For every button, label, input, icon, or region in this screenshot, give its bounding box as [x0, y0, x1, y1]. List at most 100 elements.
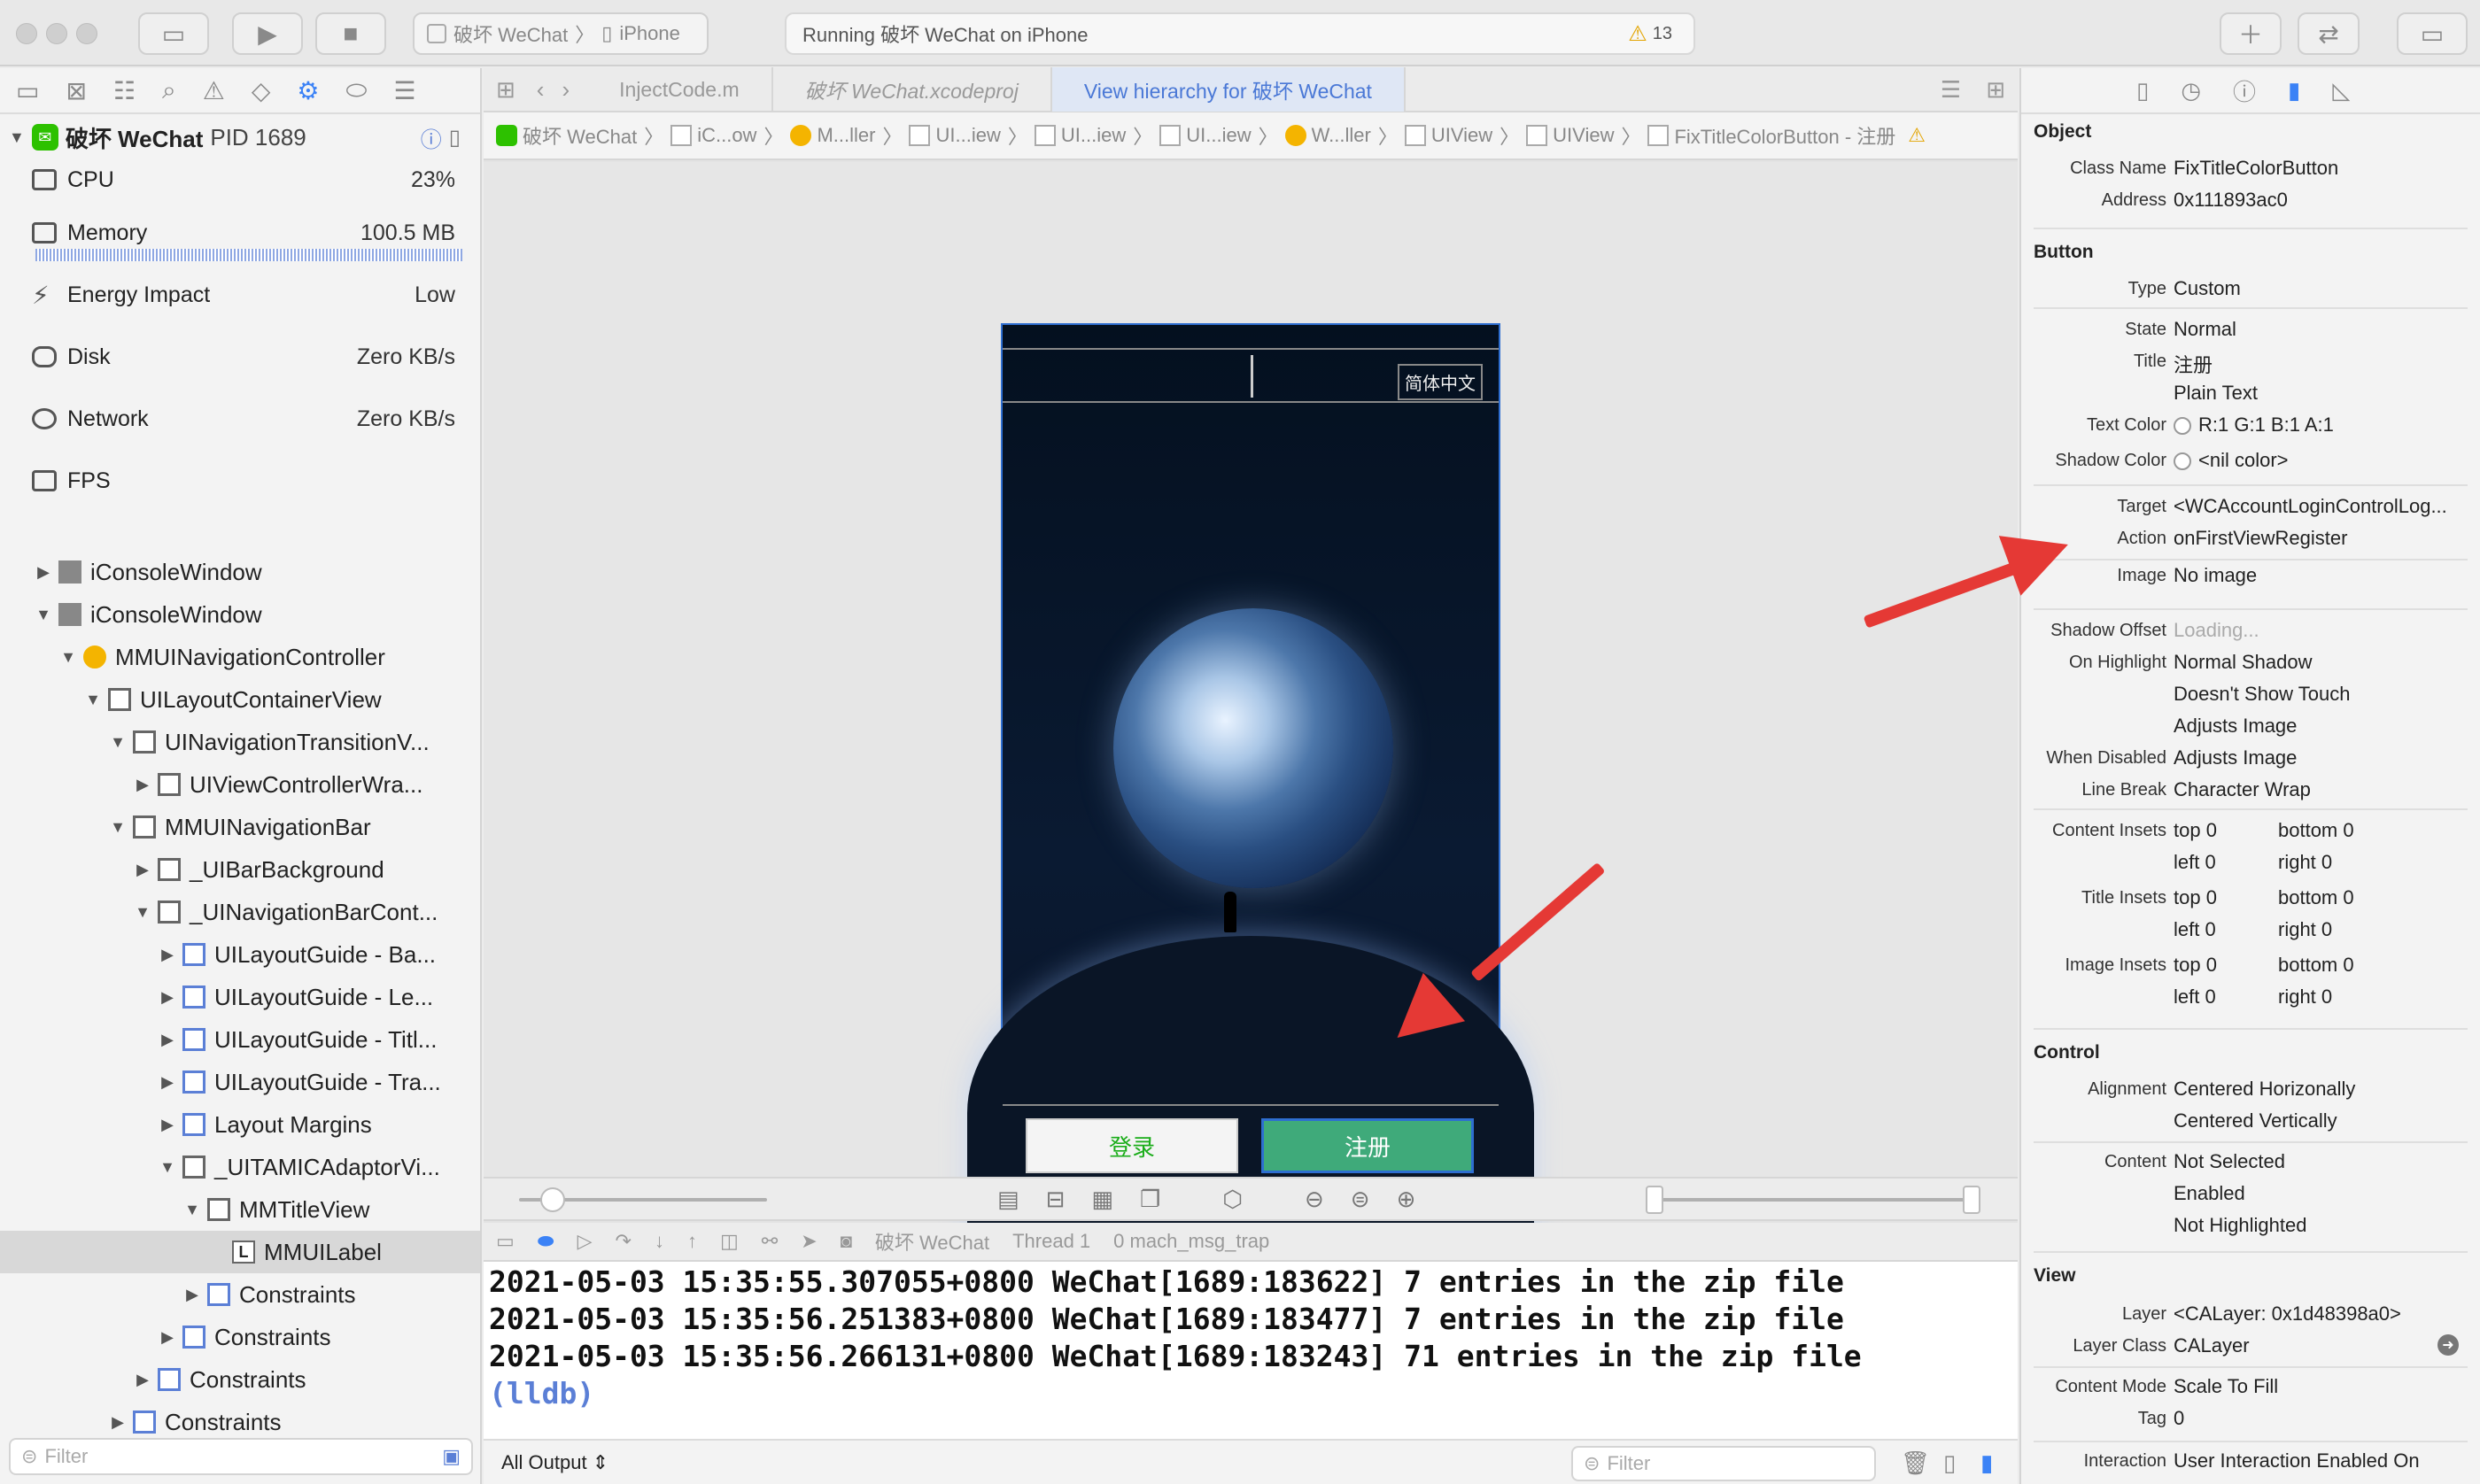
- network-gauge[interactable]: Network Zero KB/s: [0, 399, 480, 461]
- tree-row[interactable]: ▼ UINavigationTransitionV...: [0, 721, 480, 763]
- stop-button[interactable]: ■: [315, 12, 386, 55]
- disclosure-closed-icon[interactable]: ▶: [159, 1116, 175, 1134]
- object-icon[interactable]: ▮: [2288, 77, 2300, 104]
- symbol-icon[interactable]: ☷: [113, 76, 136, 105]
- view-debugger-canvas[interactable]: 简体中文 登录 注册: [484, 162, 2018, 1290]
- disclosure-closed-icon[interactable]: ▶: [159, 988, 175, 1007]
- memory-gauge[interactable]: Memory 100.5 MB: [0, 213, 480, 275]
- size-icon[interactable]: ◺: [2332, 77, 2350, 104]
- code-review-button[interactable]: ⇄: [2298, 12, 2360, 55]
- adjust-view-mode-icon[interactable]: ▦: [1091, 1186, 1113, 1213]
- tree-row[interactable]: ▼ MMTitleView: [0, 1188, 480, 1231]
- show-clipped-icon[interactable]: ▤: [997, 1186, 1019, 1213]
- tree-row[interactable]: ▶ Constraints: [0, 1358, 480, 1401]
- tab-view-hierarchy[interactable]: View hierarchy for 破坏 WeChat: [1051, 67, 1406, 112]
- disclosure-open-icon[interactable]: ▼: [184, 1201, 200, 1219]
- language-button[interactable]: 简体中文: [1398, 364, 1483, 400]
- console-filter-field[interactable]: ⊜ Filter: [1571, 1446, 1876, 1481]
- zoom-window-button[interactable]: [76, 23, 97, 44]
- tree-row[interactable]: ▶ UILayoutGuide - Titl...: [0, 1018, 480, 1061]
- process-row[interactable]: ▼ ✉ 破坏 WeChat PID 1689 ⓘ ▯: [0, 114, 480, 160]
- disclosure-closed-icon[interactable]: ▶: [159, 1031, 175, 1049]
- breadcrumb-item[interactable]: UI...iew: [1159, 124, 1252, 147]
- tree-row[interactable]: ▶ Constraints: [0, 1401, 480, 1443]
- range-slider-left-handle[interactable]: [1646, 1186, 1663, 1214]
- tree-row[interactable]: ▼ _UITAMICAdaptorVi...: [0, 1146, 480, 1188]
- zoom-out-icon[interactable]: ⊖: [1305, 1186, 1324, 1213]
- step-out-icon[interactable]: ↑: [687, 1230, 697, 1253]
- disclosure-open-icon[interactable]: ▼: [135, 903, 151, 922]
- disclosure-open-icon[interactable]: ▼: [85, 691, 101, 709]
- breadcrumb-item[interactable]: 破坏 WeChat: [496, 121, 637, 150]
- debug-frame-crumb[interactable]: 0 mach_msg_trap: [1113, 1230, 1269, 1253]
- library-button[interactable]: ＋: [2220, 12, 2282, 55]
- inspector-toggle-button[interactable]: ▭: [2397, 12, 2468, 55]
- breadcrumb-item[interactable]: FixTitleColorButton - 注册: [1647, 121, 1895, 150]
- report-icon[interactable]: ☰: [393, 76, 415, 105]
- range-slider[interactable]: [1653, 1198, 1975, 1202]
- output-select[interactable]: All Output ⇕: [501, 1451, 608, 1474]
- debug-thread-crumb[interactable]: Thread 1: [1012, 1230, 1090, 1253]
- energy-gauge[interactable]: ⚡ Energy Impact Low: [0, 275, 480, 337]
- disclosure-closed-icon[interactable]: ▶: [135, 776, 151, 794]
- scheme-selector[interactable]: 破坏 WeChat 〉 ▯ iPhone: [413, 12, 709, 55]
- tree-row[interactable]: ▼ iConsoleWindow: [0, 593, 480, 636]
- orient-3d-icon[interactable]: ⬡: [1222, 1186, 1243, 1213]
- show-constraints-icon[interactable]: ⊟: [1046, 1186, 1066, 1213]
- lines-icon[interactable]: ☰: [1928, 76, 1973, 104]
- minimize-window-button[interactable]: [46, 23, 67, 44]
- zoom-in-icon[interactable]: ⊕: [1397, 1186, 1416, 1213]
- warnings-badge[interactable]: ⚠ 13: [1628, 21, 1672, 47]
- folder-icon[interactable]: ▭: [16, 76, 39, 105]
- debug-icon[interactable]: ⚙: [297, 76, 319, 105]
- view-hierarchy-icon[interactable]: ◫: [720, 1230, 739, 1253]
- disclosure-closed-icon[interactable]: ▶: [135, 1371, 151, 1389]
- location-icon[interactable]: ➤: [801, 1230, 817, 1253]
- breadcrumb-item[interactable]: UI...iew: [909, 124, 1001, 147]
- breadcrumb-item[interactable]: M...ller: [790, 124, 875, 147]
- add-editor-icon[interactable]: ⊞: [1973, 76, 2018, 104]
- tree-row[interactable]: ▶ Constraints: [0, 1316, 480, 1358]
- breadcrumb-item[interactable]: UIView: [1404, 124, 1492, 147]
- close-window-button[interactable]: [16, 23, 37, 44]
- search-icon[interactable]: ⌕: [162, 76, 176, 105]
- file-icon[interactable]: ▯: [2136, 77, 2149, 104]
- sidebar-toggle-button[interactable]: ▭: [138, 12, 209, 55]
- range-slider-right-handle[interactable]: [1963, 1186, 1980, 1214]
- step-into-icon[interactable]: ↓: [655, 1230, 664, 1253]
- back-icon[interactable]: ‹: [528, 76, 554, 104]
- navigate-arrow-icon[interactable]: ➜: [2437, 1334, 2459, 1356]
- change-bg-icon[interactable]: ❐: [1140, 1186, 1160, 1213]
- info-icon[interactable]: ⓘ: [421, 122, 442, 153]
- disk-gauge[interactable]: Disk Zero KB/s: [0, 337, 480, 399]
- breadcrumb-item[interactable]: iC...ow: [670, 124, 756, 147]
- disclosure-closed-icon[interactable]: ▶: [184, 1286, 200, 1304]
- tree-row[interactable]: ▼ MMUINavigationController: [0, 636, 480, 678]
- breadcrumb-item[interactable]: UIView: [1526, 124, 1614, 147]
- step-over-icon[interactable]: ↷: [616, 1230, 632, 1253]
- navigation-bar[interactable]: 简体中文: [1003, 348, 1499, 403]
- disclosure-closed-icon[interactable]: ▶: [159, 946, 175, 964]
- split-right-icon[interactable]: ▮: [1980, 1449, 1993, 1477]
- test-icon[interactable]: ◇: [252, 76, 271, 105]
- breakpoints-toggle-icon[interactable]: ⬬: [538, 1230, 554, 1253]
- grid-icon[interactable]: ⊞: [484, 76, 528, 104]
- split-left-icon[interactable]: ▯: [1943, 1449, 1956, 1477]
- breakpoint-icon[interactable]: ⬭: [346, 76, 368, 105]
- history-icon[interactable]: ◷: [2181, 77, 2201, 104]
- disclosure-closed-icon[interactable]: ▶: [110, 1413, 126, 1432]
- disclosure-closed-icon[interactable]: ▶: [159, 1328, 175, 1347]
- navigator-filter-field[interactable]: ⊜ Filter ▣: [9, 1438, 473, 1475]
- disclosure-closed-icon[interactable]: ▶: [35, 563, 51, 582]
- tree-row[interactable]: ▼ _UINavigationBarCont...: [0, 891, 480, 933]
- device-icon[interactable]: ▯: [449, 125, 461, 151]
- disclosure-open-icon[interactable]: ▼: [35, 606, 51, 624]
- console-output[interactable]: 2021-05-03 15:35:55.307055+0800 WeChat[1…: [484, 1262, 2018, 1439]
- disclosure-closed-icon[interactable]: ▶: [135, 861, 151, 879]
- disclosure-open-icon[interactable]: ▼: [60, 648, 76, 667]
- forward-icon[interactable]: ›: [553, 76, 587, 104]
- login-button[interactable]: 登录: [1026, 1118, 1238, 1173]
- spacing-slider-knob[interactable]: [540, 1187, 565, 1212]
- tab-inject-code[interactable]: InjectCode.m: [587, 67, 773, 112]
- tree-row[interactable]: ▼ MMUINavigationBar: [0, 806, 480, 848]
